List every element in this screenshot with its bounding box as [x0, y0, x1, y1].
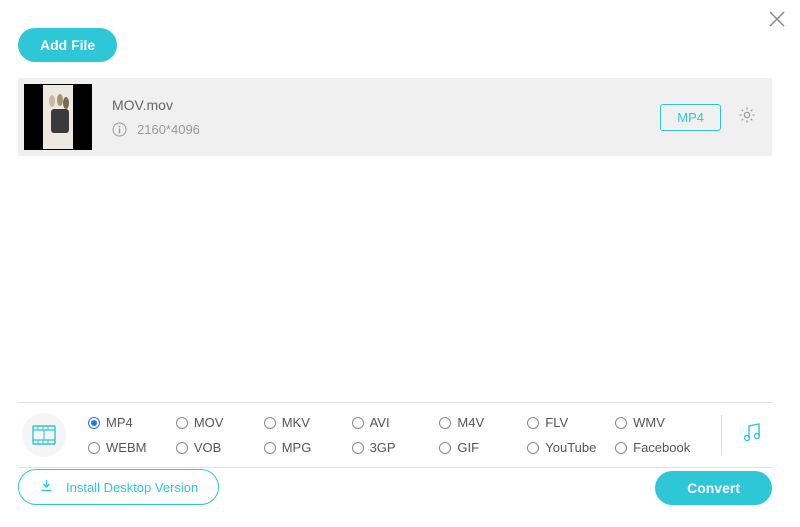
- format-option-mp4[interactable]: MP4: [88, 415, 176, 430]
- video-tab-icon[interactable]: [22, 413, 66, 457]
- format-label: 3GP: [370, 440, 396, 455]
- radio-icon: [352, 417, 364, 429]
- format-panel: MP4 MOV MKV AVI M4V FLV WMV WEBM VOB MPG 3GP GIF You…: [18, 402, 772, 468]
- audio-tab-icon[interactable]: [740, 420, 766, 451]
- format-label: MOV: [194, 415, 224, 430]
- radio-icon: [352, 442, 364, 454]
- format-option-mkv[interactable]: MKV: [264, 415, 352, 430]
- format-label: AVI: [370, 415, 390, 430]
- format-label: YouTube: [545, 440, 596, 455]
- format-option-webm[interactable]: WEBM: [88, 440, 176, 455]
- format-label: MP4: [106, 415, 133, 430]
- format-label: GIF: [457, 440, 479, 455]
- video-thumbnail: [24, 84, 92, 150]
- file-name: MOV.mov: [112, 97, 660, 113]
- radio-icon: [439, 417, 451, 429]
- radio-icon: [527, 442, 539, 454]
- install-desktop-label: Install Desktop Version: [66, 480, 198, 495]
- format-option-wmv[interactable]: WMV: [615, 415, 703, 430]
- close-icon[interactable]: [768, 10, 786, 33]
- convert-button[interactable]: Convert: [655, 471, 772, 505]
- format-label: M4V: [457, 415, 484, 430]
- radio-icon: [264, 417, 276, 429]
- target-format-badge[interactable]: MP4: [660, 104, 721, 131]
- format-label: Facebook: [633, 440, 690, 455]
- format-label: WEBM: [106, 440, 146, 455]
- radio-icon: [615, 417, 627, 429]
- format-option-vob[interactable]: VOB: [176, 440, 264, 455]
- add-file-button[interactable]: Add File: [18, 28, 117, 62]
- format-label: WMV: [633, 415, 665, 430]
- radio-icon: [527, 417, 539, 429]
- format-option-mpg[interactable]: MPG: [264, 440, 352, 455]
- format-option-mov[interactable]: MOV: [176, 415, 264, 430]
- format-label: VOB: [194, 440, 221, 455]
- radio-icon: [176, 442, 188, 454]
- format-option-gif[interactable]: GIF: [439, 440, 527, 455]
- format-label: FLV: [545, 415, 568, 430]
- format-separator: [721, 415, 722, 455]
- radio-icon: [176, 417, 188, 429]
- install-desktop-button[interactable]: Install Desktop Version: [18, 469, 219, 505]
- radio-icon: [88, 442, 100, 454]
- download-icon: [39, 478, 54, 496]
- file-resolution: 2160*4096: [137, 122, 200, 137]
- format-label: MPG: [282, 440, 312, 455]
- format-option-flv[interactable]: FLV: [527, 415, 615, 430]
- radio-icon: [264, 442, 276, 454]
- settings-icon[interactable]: [737, 105, 757, 130]
- radio-icon: [615, 442, 627, 454]
- format-option-facebook[interactable]: Facebook: [615, 440, 703, 455]
- format-option-youtube[interactable]: YouTube: [527, 440, 615, 455]
- format-label: MKV: [282, 415, 310, 430]
- format-option-m4v[interactable]: M4V: [439, 415, 527, 430]
- info-icon[interactable]: [112, 122, 127, 137]
- radio-icon: [439, 442, 451, 454]
- format-option-avi[interactable]: AVI: [352, 415, 440, 430]
- format-option-3gp[interactable]: 3GP: [352, 440, 440, 455]
- file-row: MOV.mov 2160*4096 MP4: [18, 78, 772, 156]
- radio-icon: [88, 417, 100, 429]
